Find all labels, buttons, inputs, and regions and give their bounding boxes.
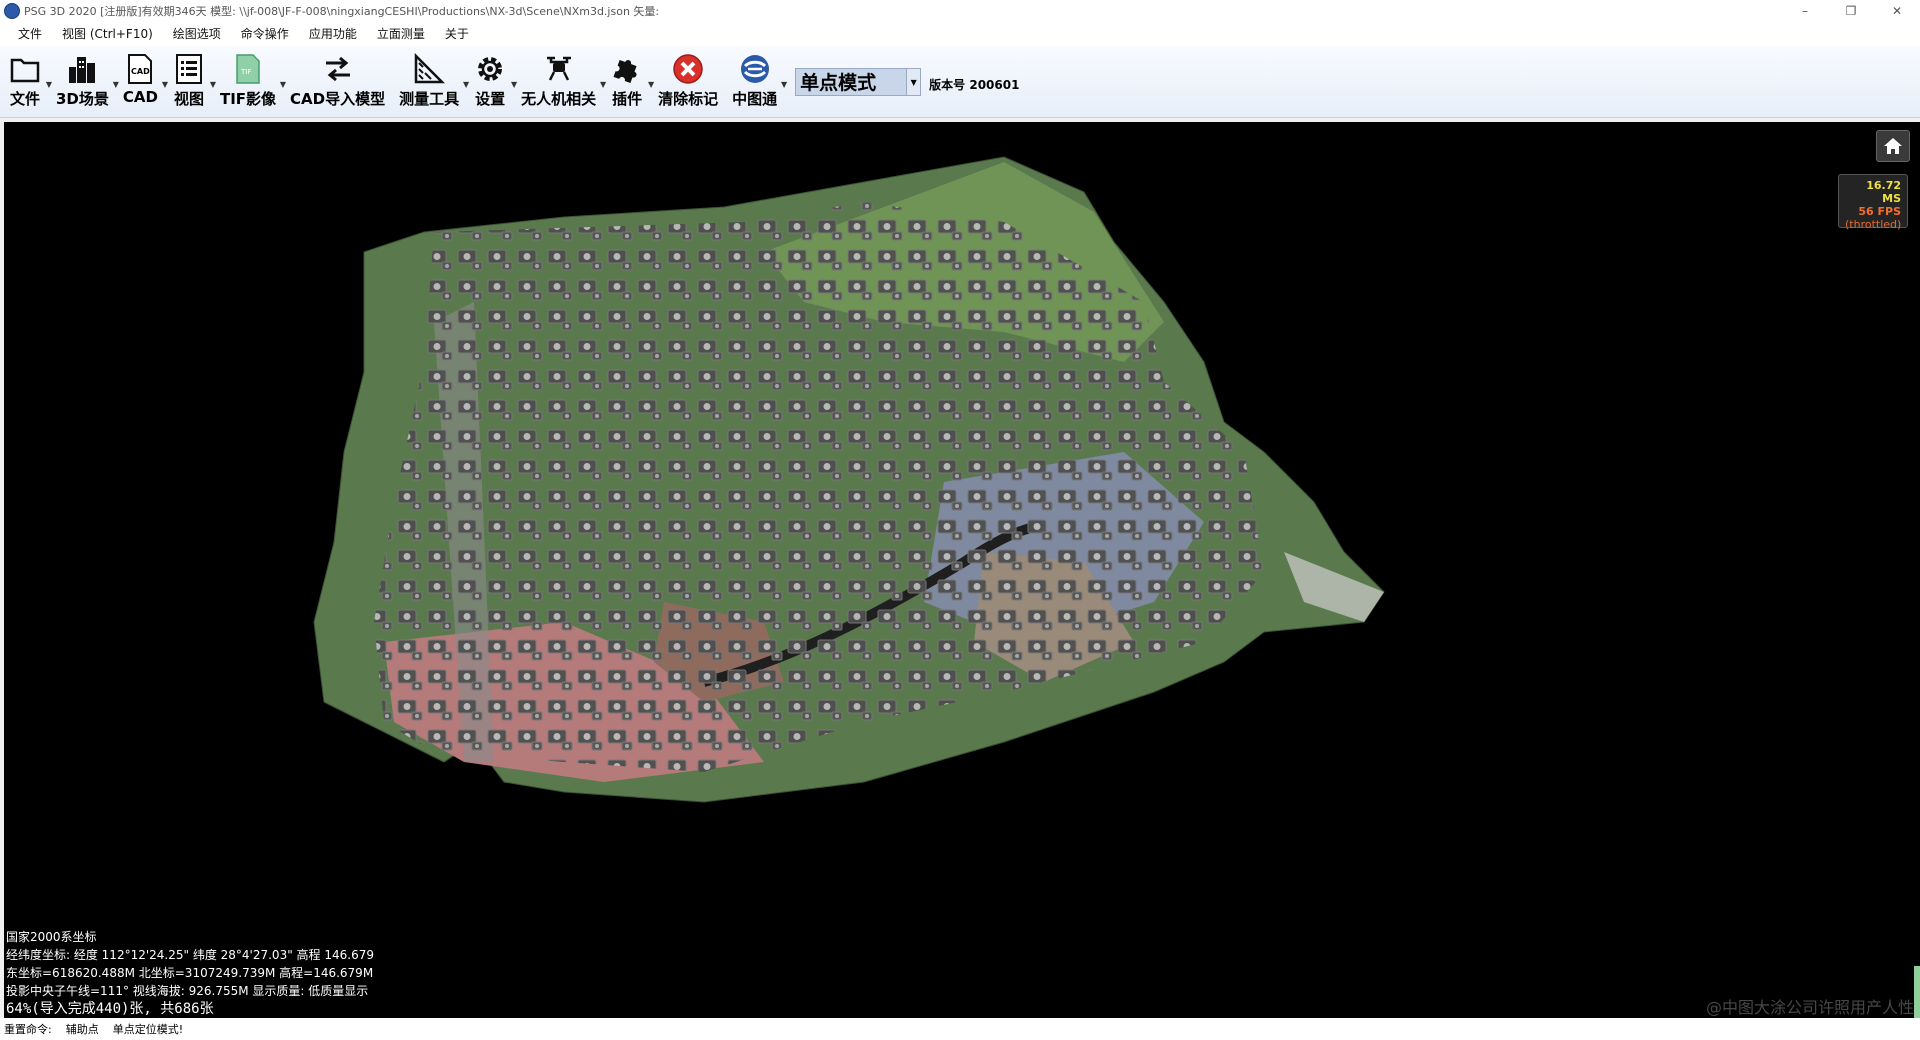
svg-text:TIF: TIF: [240, 68, 251, 76]
red-x-circle-icon: [671, 52, 705, 86]
scroll-indicator[interactable]: [1914, 966, 1920, 1018]
dropdown-caret-icon[interactable]: ▼: [648, 80, 654, 89]
menu-command[interactable]: 命令操作: [231, 22, 299, 46]
cad-import-model-button[interactable]: CAD导入模型: [290, 46, 385, 112]
status-command: 重置命令:: [4, 1023, 52, 1036]
ruler-triangle-icon: [412, 52, 446, 86]
menu-file[interactable]: 文件: [8, 22, 52, 46]
throttled-label: (throttled): [1845, 218, 1902, 231]
dropdown-caret-icon[interactable]: ▼: [511, 80, 517, 89]
dropdown-caret-icon[interactable]: ▼: [280, 80, 286, 89]
status-bar: 重置命令: 辅助点 单点定位模式!: [0, 1018, 1920, 1040]
fps-label: 56 FPS: [1858, 205, 1901, 218]
crs-label: 国家2000系坐标: [6, 930, 97, 944]
frame-time-label: 16.72 MS: [1866, 179, 1901, 205]
plugins-button[interactable]: 插件 ▼: [610, 46, 654, 112]
settings-button[interactable]: 设置 ▼: [473, 46, 517, 112]
close-button[interactable]: ✕: [1874, 0, 1920, 22]
scene-viewport[interactable]: 16.72 MS 56 FPS (throttled) 国家2000系坐标 经纬…: [4, 122, 1920, 1018]
buildings-icon: [65, 52, 99, 86]
import-progress-label: 64%(导入完成440)张, 共686张: [6, 1001, 214, 1017]
zhongtutong-logo-icon: [738, 52, 772, 86]
performance-overlay: 16.72 MS 56 FPS (throttled): [1838, 174, 1908, 231]
swap-arrows-icon: [321, 52, 355, 86]
menu-about[interactable]: 关于: [435, 22, 479, 46]
projected-coordinate-readout: 东坐标=618620.488M 北坐标=3107249.739M 高程=146.…: [6, 966, 374, 980]
folder-icon: [8, 52, 42, 86]
file-button[interactable]: 文件 ▼: [8, 46, 52, 112]
menu-bar: 文件 视图 (Ctrl+F10) 绘图选项 命令操作 应用功能 立面测量 关于: [0, 22, 1920, 46]
dropdown-caret-icon[interactable]: ▼: [113, 80, 119, 89]
tif-file-icon: TIF: [231, 52, 265, 86]
list-icon: [172, 52, 206, 86]
status-aux-point: 辅助点: [65, 1023, 99, 1036]
menu-draw-options[interactable]: 绘图选项: [163, 22, 231, 46]
clear-marks-button[interactable]: 清除标记: [658, 46, 718, 112]
dropdown-caret-icon[interactable]: ▼: [600, 80, 606, 89]
dropdown-caret-icon[interactable]: ▼: [463, 80, 469, 89]
gear-icon: [473, 52, 507, 86]
cad-button[interactable]: CAD CAD ▼: [123, 46, 168, 112]
scene3d-button[interactable]: 3D场景 ▼: [56, 46, 119, 112]
app-icon: [4, 3, 20, 19]
tif-image-button[interactable]: TIF TIF影像 ▼: [220, 46, 286, 112]
mode-select[interactable]: 单点模式 ▼: [795, 68, 922, 96]
dropdown-caret-icon[interactable]: ▼: [162, 80, 168, 89]
home-view-button[interactable]: [1876, 130, 1910, 162]
mode-select-value: 单点模式: [795, 68, 908, 96]
view-button[interactable]: 视图 ▼: [172, 46, 216, 112]
drone-icon: [542, 52, 576, 86]
uav-button[interactable]: 无人机相关 ▼: [521, 46, 606, 112]
status-mode-message: 单点定位模式!: [112, 1023, 184, 1036]
measure-tools-button[interactable]: 测量工具 ▼: [399, 46, 469, 112]
zhongtutong-button[interactable]: 中图通 ▼: [732, 46, 787, 112]
menu-facade-measure[interactable]: 立面测量: [367, 22, 435, 46]
minimize-button[interactable]: –: [1782, 0, 1828, 22]
window-controls: – ❐ ✕: [1782, 0, 1920, 22]
window-title: PSG 3D 2020 [注册版]有效期346天 模型: \\jf-008\JF…: [24, 5, 660, 18]
watermark: @中图大涂公司许照用产人性: [1705, 998, 1914, 1017]
svg-text:CAD: CAD: [131, 67, 150, 76]
toolbar: 文件 ▼ 3D场景 ▼ CAD CAD ▼ 视图 ▼ TIF TIF影像 ▼ C…: [0, 46, 1920, 118]
puzzle-icon: [610, 52, 644, 86]
terrain-model: [313, 156, 1385, 803]
restore-button[interactable]: ❐: [1828, 0, 1874, 22]
menu-app-functions[interactable]: 应用功能: [299, 22, 367, 46]
title-bar: PSG 3D 2020 [注册版]有效期346天 模型: \\jf-008\JF…: [0, 0, 1920, 23]
menu-view[interactable]: 视图 (Ctrl+F10): [52, 22, 163, 46]
meridian-readout: 投影中央子午线=111° 视线海拔: 926.755M 显示质量: 低质量显示: [6, 984, 369, 998]
geo-coordinate-readout: 经纬度坐标: 经度 112°12'24.25" 纬度 28°4'27.03" 高…: [6, 948, 374, 962]
dropdown-caret-icon[interactable]: ▼: [46, 80, 52, 89]
cad-file-icon: CAD: [123, 52, 157, 86]
chevron-down-icon[interactable]: ▼: [907, 68, 922, 96]
dropdown-caret-icon[interactable]: ▼: [781, 80, 787, 89]
dropdown-caret-icon[interactable]: ▼: [210, 80, 216, 89]
version-label: 版本号 200601: [929, 78, 1020, 92]
home-icon: [1884, 138, 1902, 154]
